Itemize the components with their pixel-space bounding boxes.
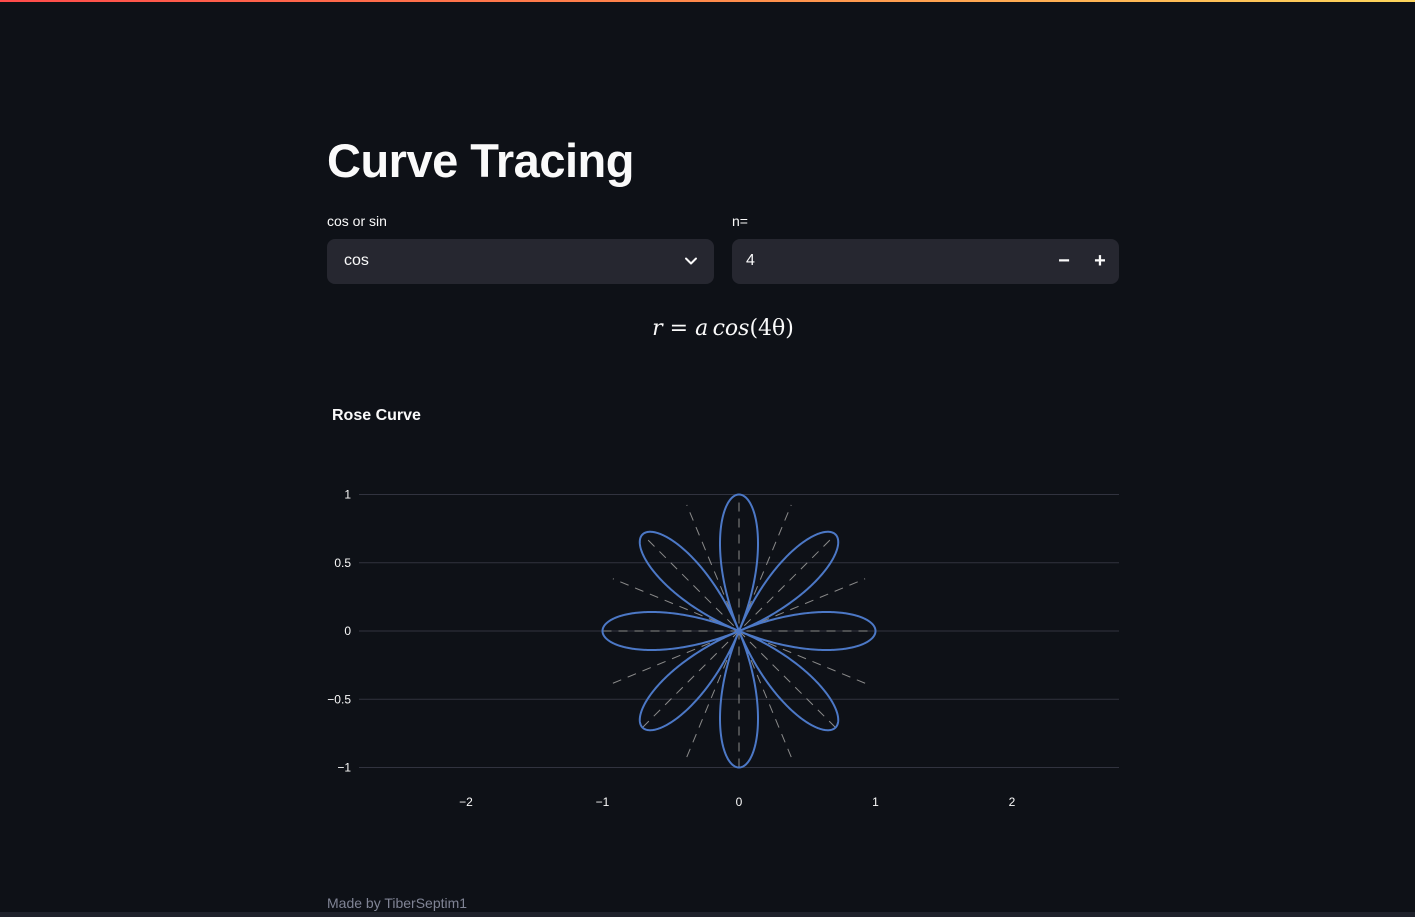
bottom-border [0,912,1415,917]
y-tick-label: 0.5 [334,556,351,570]
x-tick-label: 0 [736,795,743,809]
x-tick-label: 2 [1009,795,1016,809]
y-tick-label: −1 [337,761,351,775]
formula-arg: (4θ) [749,316,794,341]
chevron-down-icon [685,257,697,265]
x-tick-label: 1 [872,795,879,809]
n-number-input[interactable]: 4 − + [732,239,1119,284]
page-title: Curve Tracing [327,134,634,187]
decrement-button[interactable]: − [1046,239,1082,284]
chart-svg: 1 0.5 0 −0.5 −1 −2 −1 0 1 2 [327,488,1119,809]
formula-display: r = a cos(4θ) [327,316,1119,341]
formula-lhs: r [652,316,663,341]
number-label: n= [732,213,748,229]
top-decoration-bar [0,0,1415,2]
formula-eq: = [662,316,696,341]
select-value: cos [344,252,369,269]
formula-fn: cos [712,316,750,341]
x-tick-label: −1 [596,795,610,809]
y-tick-label: 0 [344,624,351,638]
number-value[interactable]: 4 [746,252,755,270]
rose-chart: Rose Curve 1 0.5 0 −0.5 −1 −2 −1 0 1 2 [327,390,1119,830]
footer-credit: Made by TiberSeptim1 [327,895,468,911]
trig-function-select[interactable]: cos [327,239,714,284]
increment-button[interactable]: + [1082,239,1118,284]
formula-a: a [695,316,709,341]
y-tick-label: 1 [344,488,351,502]
y-tick-label: −0.5 [327,692,351,706]
x-tick-label: −2 [459,795,473,809]
select-label: cos or sin [327,213,387,229]
